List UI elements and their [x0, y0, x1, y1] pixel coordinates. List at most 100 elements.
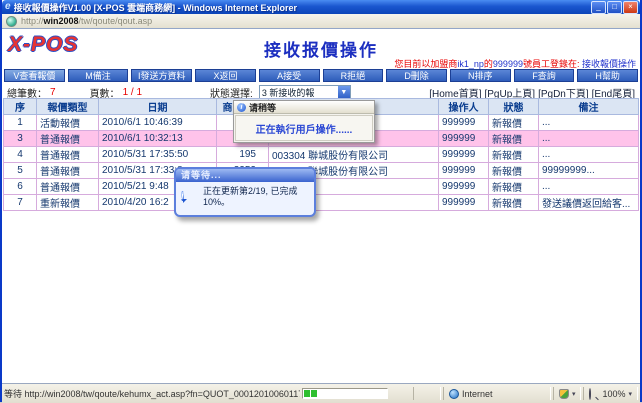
table-row[interactable]: 6 普通報價 2010/5/21 9:48 999999 新報價 ...	[4, 179, 639, 195]
cell-remark: 發送議價返回給客...	[539, 195, 639, 211]
ie-logo-icon: e	[5, 1, 11, 13]
shield-icon	[559, 389, 569, 399]
dialog-body: i 正在更新第2/19, 已完成10%。	[176, 182, 314, 208]
cell-type: 普通報價	[37, 147, 99, 163]
cell-remark: ...	[539, 131, 639, 147]
info-icon: i	[237, 103, 246, 112]
dialog-titlebar: 请等待...	[176, 169, 314, 182]
help-button[interactable]: H幫助	[577, 69, 638, 82]
please-wait-popup: i 请稍等 正在執行用戶操作......	[233, 100, 375, 143]
table-row[interactable]: 7 重新報價 2010/4/20 16:2 999999 新報價 發送議價返回給…	[4, 195, 639, 211]
popup-message: 正在執行用戶操作......	[235, 115, 373, 141]
info-bubble-icon: i	[181, 186, 197, 200]
cell-date: 2010/5/31 17:35:50	[99, 147, 217, 163]
titlebar[interactable]: e 接收報價操作V1.00 [X-POS 雲端商務網] - Windows In…	[2, 0, 640, 14]
popup-titlebar: i 请稍等	[234, 101, 374, 114]
cell-remark: ...	[539, 179, 639, 195]
progress-block	[304, 390, 310, 397]
cell-remark: ...	[539, 147, 639, 163]
url-protocol: http://	[21, 16, 44, 26]
table-row[interactable]: 5 普通報價 2010/5/31 17:33:8 3252 003304 聯城股…	[4, 163, 639, 179]
view-quote-button[interactable]: V查看報價	[4, 69, 65, 82]
cell-type: 普通報價	[37, 179, 99, 195]
cell-date: 2010/6/1 10:46:39	[99, 115, 217, 131]
table-row[interactable]: 4 普通報價 2010/5/31 17:35:50 195 003304 聯城股…	[4, 147, 639, 163]
status-bar: 等待 http://win2008/tw/qoute/kehumx_act.as…	[2, 383, 640, 403]
dialog-message: 正在更新第2/19, 已完成10%。	[203, 186, 299, 208]
cell-customer: 003304 聯城股份有限公司	[269, 147, 439, 163]
cell-type: 活動報價	[37, 115, 99, 131]
page-count-value: 1 / 1	[123, 87, 142, 98]
cell-operator: 999999	[439, 195, 489, 211]
search-button[interactable]: F查詢	[514, 69, 575, 82]
minimize-button-icon[interactable]: _	[591, 1, 606, 14]
progress-bar	[302, 388, 388, 399]
total-count-value: 7	[50, 87, 56, 98]
col-quote-type: 報價類型	[37, 99, 99, 115]
accept-button[interactable]: A接受	[259, 69, 320, 82]
status-select-value: 3 新接收的報	[260, 86, 338, 99]
login-merchant: ik1_np	[457, 59, 484, 69]
cell-operator: 999999	[439, 131, 489, 147]
cell-seq: 3	[4, 131, 37, 147]
cell-seq: 6	[4, 179, 37, 195]
cell-type: 重新報價	[37, 195, 99, 211]
sort-button[interactable]: N排序	[450, 69, 511, 82]
chevron-down-icon[interactable]: ▾	[572, 390, 576, 398]
delete-button[interactable]: D刪除	[386, 69, 447, 82]
login-employee: 999999	[493, 59, 523, 69]
loading-icon	[6, 16, 17, 27]
zone-label: Internet	[462, 389, 493, 399]
cell-remark: 99999999...	[539, 163, 639, 179]
zoom-control[interactable]: 100% ▾	[583, 387, 638, 400]
chevron-down-icon[interactable]: ▾	[628, 390, 632, 398]
return-button[interactable]: X返回	[195, 69, 256, 82]
cell-seq: 7	[4, 195, 37, 211]
chevron-down-icon[interactable]: ▼	[338, 86, 350, 99]
login-suffix: 號員工登錄在:	[523, 59, 582, 69]
status-text: 等待 http://win2008/tw/qoute/kehumx_act.as…	[4, 387, 300, 400]
cell-operator: 999999	[439, 163, 489, 179]
magnifier-icon	[589, 389, 599, 399]
browser-window: e 接收報價操作V1.00 [X-POS 雲端商務網] - Windows In…	[0, 0, 642, 402]
progress-dialog: 请等待... i 正在更新第2/19, 已完成10%。	[174, 167, 316, 217]
col-operator: 操作人	[439, 99, 489, 115]
cell-seq: 1	[4, 115, 37, 131]
cell-status: 新報價	[489, 195, 539, 211]
action-toolbar: V查看報價 M備注 I發送方資料 X返回 A接受 R拒絕 D刪除 N排序 F查詢…	[4, 69, 638, 82]
window-controls: _ □ ×	[591, 1, 638, 14]
maximize-button-icon[interactable]: □	[607, 1, 622, 14]
info-bar: 總筆數： 7 頁數： 1 / 1 狀態選擇: 3 新接收的報 ▼ [Home首頁…	[7, 85, 635, 99]
cell-qty: 195	[217, 147, 269, 163]
url-host: win2008	[44, 16, 79, 26]
cell-status: 新報價	[489, 163, 539, 179]
cell-seq: 4	[4, 147, 37, 163]
page-content: X-POS 接收报價操作 您目前以加盟商ik1_np的999999號員工登錄在:…	[2, 29, 640, 383]
login-location: 接收報價操作	[582, 59, 636, 69]
protected-mode-cell[interactable]: ▾	[553, 387, 582, 400]
address-bar[interactable]: http://win2008/tw/qoute/qout.asp	[2, 14, 640, 29]
col-seq: 序	[4, 99, 37, 115]
col-date: 日期	[99, 99, 217, 115]
progress-block	[311, 390, 317, 397]
cell-operator: 999999	[439, 115, 489, 131]
sender-info-button[interactable]: I發送方資料	[131, 69, 192, 82]
popup-title-text: 请稍等	[249, 101, 276, 114]
close-button-icon[interactable]: ×	[623, 1, 638, 14]
cell-type: 普通報價	[37, 163, 99, 179]
login-mid: 的	[484, 59, 493, 69]
cell-status: 新報價	[489, 179, 539, 195]
cell-type: 普通報價	[37, 131, 99, 147]
zoom-level: 100%	[602, 389, 625, 399]
cell-date: 2010/6/1 10:32:13	[99, 131, 217, 147]
memo-button[interactable]: M備注	[68, 69, 129, 82]
cell-status: 新報價	[489, 131, 539, 147]
cell-status: 新報價	[489, 115, 539, 131]
internet-globe-icon	[449, 389, 459, 399]
reject-button[interactable]: R拒絕	[323, 69, 384, 82]
security-zone-cell: Internet	[443, 387, 551, 400]
status-spacer-cell	[413, 387, 441, 400]
cell-seq: 5	[4, 163, 37, 179]
address-url[interactable]: http://win2008/tw/qoute/qout.asp	[21, 16, 152, 26]
login-prefix: 您目前以加盟商	[394, 59, 457, 69]
